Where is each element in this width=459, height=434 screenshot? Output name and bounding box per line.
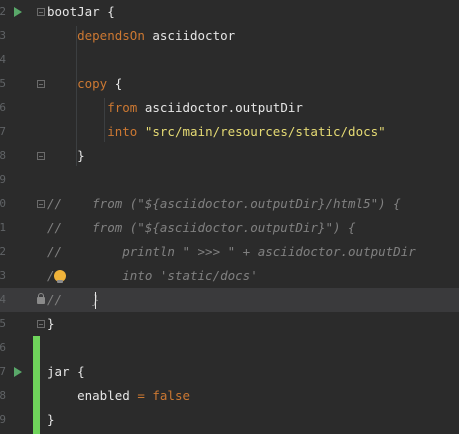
code-token: copy xyxy=(77,76,108,91)
code-text: // from ("${asciidoctor.outputDir}/html5… xyxy=(47,195,401,213)
code-text: bootJar { xyxy=(47,3,115,21)
code-text: } xyxy=(47,147,85,165)
indent-guide xyxy=(104,98,105,142)
line-number: 2 xyxy=(0,245,6,258)
code-token: asciidoctor.outputDir xyxy=(137,100,303,115)
line-number: 4 xyxy=(0,293,6,306)
code-token: // println " >>> " + asciidoctor.outputD… xyxy=(47,244,416,259)
fold-marker-icon[interactable] xyxy=(37,152,45,160)
lock-icon xyxy=(37,293,45,304)
line-number: 6 xyxy=(0,341,6,354)
line-number: 6 xyxy=(0,101,6,114)
code-text: } xyxy=(47,315,55,333)
line-number: 5 xyxy=(0,77,6,90)
code-line[interactable]: 8 } xyxy=(0,144,459,168)
code-token: = xyxy=(137,388,145,403)
code-line[interactable]: 5 } xyxy=(0,312,459,336)
fold-marker-icon[interactable] xyxy=(37,200,45,208)
code-line-current[interactable]: 4 // } xyxy=(0,288,459,312)
line-number: 5 xyxy=(0,317,6,330)
code-line[interactable]: 5 copy { xyxy=(0,72,459,96)
line-number: 7 xyxy=(0,125,6,138)
code-line[interactable]: 2 bootJar { xyxy=(0,0,459,24)
lightbulb-icon[interactable] xyxy=(54,270,66,283)
line-number: 7 xyxy=(0,365,6,378)
code-token: into xyxy=(107,124,138,139)
code-token: bootJar { xyxy=(47,4,115,19)
code-token: enabled xyxy=(47,388,138,403)
code-token: { xyxy=(107,76,123,91)
code-token: / into 'static/docs' xyxy=(47,268,258,283)
line-number: 3 xyxy=(0,269,6,282)
code-token: } xyxy=(47,412,55,427)
code-text: } xyxy=(47,411,55,429)
code-line[interactable]: 2 // println " >>> " + asciidoctor.outpu… xyxy=(0,240,459,264)
code-line[interactable]: 4 xyxy=(0,48,459,72)
code-line[interactable]: 7 into "src/main/resources/static/docs" xyxy=(0,120,459,144)
code-text: // println " >>> " + asciidoctor.outputD… xyxy=(47,243,416,261)
code-token: "src/main/resources/static/docs" xyxy=(144,124,386,139)
line-number: 3 xyxy=(0,29,6,42)
code-token: false xyxy=(152,388,191,403)
code-token: jar { xyxy=(47,364,85,379)
code-token: } xyxy=(47,148,85,163)
code-line[interactable]: 8 enabled = false xyxy=(0,384,459,408)
code-token: // from ("${asciidoctor.outputDir}") { xyxy=(47,220,356,235)
fold-marker-icon[interactable] xyxy=(37,8,45,16)
code-text: // } xyxy=(47,291,100,309)
code-token: from xyxy=(107,100,138,115)
code-line[interactable]: 1 // from ("${asciidoctor.outputDir}") { xyxy=(0,216,459,240)
line-number: 9 xyxy=(0,173,6,186)
code-editor[interactable]: 2 bootJar { 3 dependsOn asciidoctor 4 5 … xyxy=(0,0,459,434)
code-text: from asciidoctor.outputDir xyxy=(47,99,303,117)
run-gutter-icon[interactable] xyxy=(14,367,22,377)
fold-marker-icon[interactable] xyxy=(37,80,45,88)
code-text: into "src/main/resources/static/docs" xyxy=(47,123,386,141)
code-line[interactable]: 6 xyxy=(0,336,459,360)
code-token: asciidoctor xyxy=(144,28,236,43)
line-number: 4 xyxy=(0,53,6,66)
code-text: // from ("${asciidoctor.outputDir}") { xyxy=(47,219,356,237)
line-number: 2 xyxy=(0,5,6,18)
code-line[interactable]: 9 xyxy=(0,168,459,192)
text-caret xyxy=(95,292,96,309)
indent-guide xyxy=(76,26,77,166)
code-token: // from ("${asciidoctor.outputDir}/html5… xyxy=(47,196,401,211)
line-number: 8 xyxy=(0,149,6,162)
code-line[interactable]: 7 jar { xyxy=(0,360,459,384)
code-token: dependsOn xyxy=(77,28,145,43)
run-gutter-icon[interactable] xyxy=(14,7,22,17)
code-line[interactable]: 6 from asciidoctor.outputDir xyxy=(0,96,459,120)
code-line[interactable]: 3 / into 'static/docs' xyxy=(0,264,459,288)
code-text: enabled = false xyxy=(47,387,190,405)
line-number: 1 xyxy=(0,221,6,234)
code-text: jar { xyxy=(47,363,85,381)
code-text: / into 'static/docs' xyxy=(47,267,258,285)
line-number: 0 xyxy=(0,197,6,210)
code-line[interactable]: 0 // from ("${asciidoctor.outputDir}/htm… xyxy=(0,192,459,216)
code-line[interactable]: 9 } xyxy=(0,408,459,432)
line-number: 8 xyxy=(0,389,6,402)
fold-marker-icon[interactable] xyxy=(37,320,45,328)
code-text: copy { xyxy=(47,75,122,93)
line-number: 9 xyxy=(0,413,6,426)
vcs-added-marker[interactable] xyxy=(33,336,40,434)
code-token: } xyxy=(47,316,55,331)
code-line[interactable]: 3 dependsOn asciidoctor xyxy=(0,24,459,48)
code-token: // } xyxy=(47,292,100,307)
